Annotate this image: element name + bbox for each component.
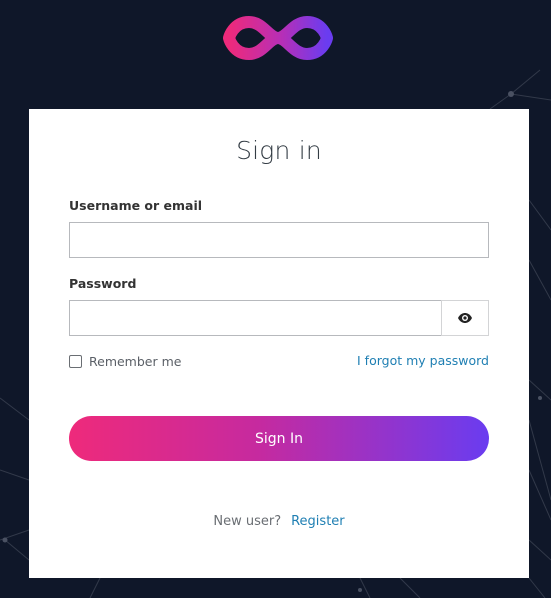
page-title: Sign in: [236, 136, 322, 165]
remember-me-label: Remember me: [89, 354, 182, 369]
password-label: Password: [69, 276, 137, 291]
sign-in-button[interactable]: Sign In: [69, 416, 489, 461]
remember-me-row: Remember me: [69, 354, 181, 369]
eye-icon: [458, 313, 472, 323]
new-user-text: New user?: [213, 514, 282, 529]
infinity-logo-icon: [223, 16, 333, 60]
remember-me-checkbox[interactable]: [69, 355, 82, 368]
forgot-password-link[interactable]: I forgot my password: [357, 353, 489, 368]
password-input[interactable]: [69, 300, 442, 336]
show-password-button[interactable]: [441, 300, 489, 336]
username-label: Username or email: [69, 198, 203, 213]
username-input[interactable]: [69, 222, 489, 258]
register-link[interactable]: Register: [291, 514, 345, 529]
password-row: [69, 300, 489, 336]
register-row: New user? Register: [29, 514, 529, 529]
login-card: Sign in Username or email Password Remem…: [29, 109, 529, 578]
